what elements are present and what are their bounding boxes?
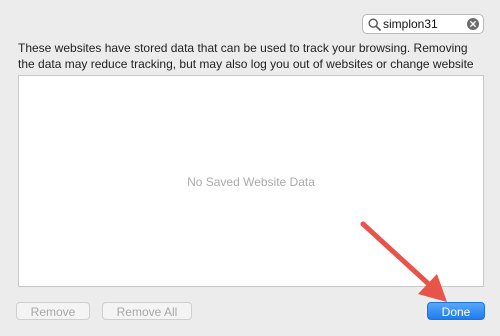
search-input[interactable] bbox=[383, 16, 463, 32]
remove-button[interactable]: Remove bbox=[16, 302, 90, 320]
search-field[interactable] bbox=[362, 14, 484, 34]
annotation-arrow bbox=[360, 221, 447, 302]
remove-all-button[interactable]: Remove All bbox=[102, 302, 192, 320]
search-icon bbox=[368, 18, 381, 31]
empty-list-message: No Saved Website Data bbox=[187, 175, 315, 189]
clear-search-icon[interactable] bbox=[467, 18, 479, 30]
